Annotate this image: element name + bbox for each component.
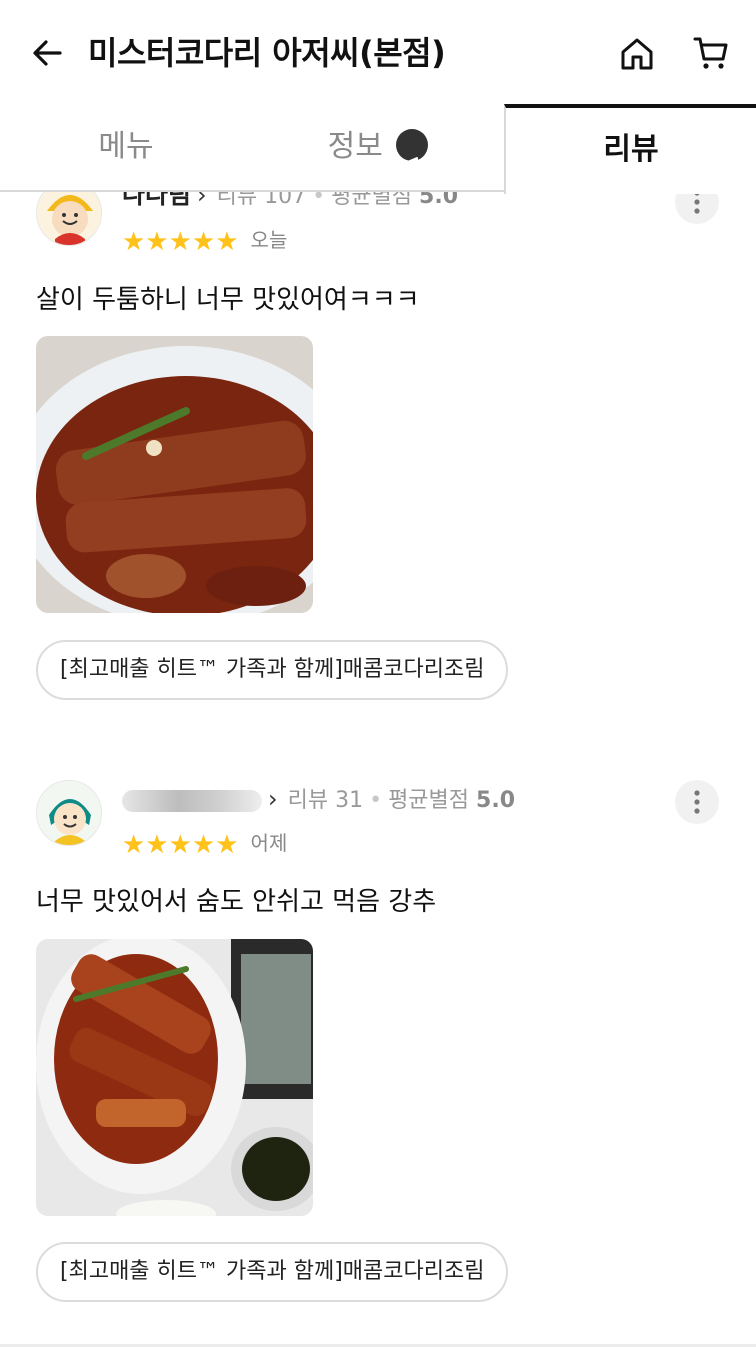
more-vertical-icon xyxy=(694,790,700,814)
more-options-button[interactable] xyxy=(675,780,719,824)
avg-rating-value: 5.0 xyxy=(476,788,516,813)
cart-button[interactable] xyxy=(686,28,736,78)
review-photo[interactable] xyxy=(36,939,313,1216)
tab-review[interactable]: 리뷰 xyxy=(504,104,756,194)
star-rating: ★★★★★ xyxy=(122,829,239,860)
tab-info-label: 정보 xyxy=(327,129,383,164)
tab-review-label: 리뷰 xyxy=(603,132,659,167)
back-button[interactable] xyxy=(24,30,70,76)
review-date: 어제 xyxy=(250,831,288,855)
store-tabs: 메뉴 정보 리뷰 xyxy=(0,104,756,194)
star-rating: ★★★★★ xyxy=(122,226,239,257)
review-count: 리뷰 31 xyxy=(287,788,364,813)
tab-menu-label: 메뉴 xyxy=(98,129,154,164)
ordered-menu-chip[interactable]: [최고매출 히트™ 가족과 함께]매콤코다리조림 xyxy=(36,1242,509,1302)
store-title: 미스터코다리 아저씨(본점) xyxy=(88,34,446,72)
review-date: 오늘 xyxy=(250,228,288,252)
home-button[interactable] xyxy=(612,28,662,78)
top-bar: 미스터코다리 아저씨(본점) xyxy=(0,0,756,104)
review-photo[interactable] xyxy=(36,336,313,613)
chevron-right-icon: › xyxy=(268,785,278,813)
review-item: › 리뷰 31 • 평균별점 5.0 ★★★★★ 어제 너무 맛있어서 숨도 안쉬고 먹… xyxy=(0,762,756,1322)
tab-menu[interactable]: 메뉴 xyxy=(0,104,252,190)
arrow-left-icon xyxy=(33,40,62,66)
reviewer-meta[interactable]: › 리뷰 31 • 평균별점 5.0 xyxy=(122,782,515,816)
rating-row: ★★★★★ 어제 xyxy=(122,828,288,860)
avatar[interactable] xyxy=(36,780,102,846)
rating-row: ★★★★★ 오늘 xyxy=(122,225,288,257)
avg-rating-label: 평균별점 xyxy=(388,788,470,813)
megaphone-icon xyxy=(396,128,429,173)
separator-dot: • xyxy=(369,788,383,813)
tab-info[interactable]: 정보 xyxy=(252,104,504,190)
cart-icon xyxy=(693,37,728,69)
review-text: 살이 두툼하니 너무 맛있어여ㅋㅋㅋ xyxy=(36,285,420,315)
app-root: 미스터코다리 아저씨(본점) 메뉴 정보 리뷰 나다림 › 리뷰 107 • 평… xyxy=(0,0,756,1347)
ordered-menu-chip[interactable]: [최고매출 히트™ 가족과 함께]매콤코다리조림 xyxy=(36,640,509,700)
review-item: 나다림 › 리뷰 107 • 평균별점 5.0 ★★★★★ 오늘 살이 두툼하니 너무 맛… xyxy=(0,160,756,720)
home-icon xyxy=(621,38,653,70)
review-text: 너무 맛있어서 숨도 안쉬고 먹음 강추 xyxy=(36,887,437,917)
reviewer-nickname-blurred xyxy=(122,790,262,812)
